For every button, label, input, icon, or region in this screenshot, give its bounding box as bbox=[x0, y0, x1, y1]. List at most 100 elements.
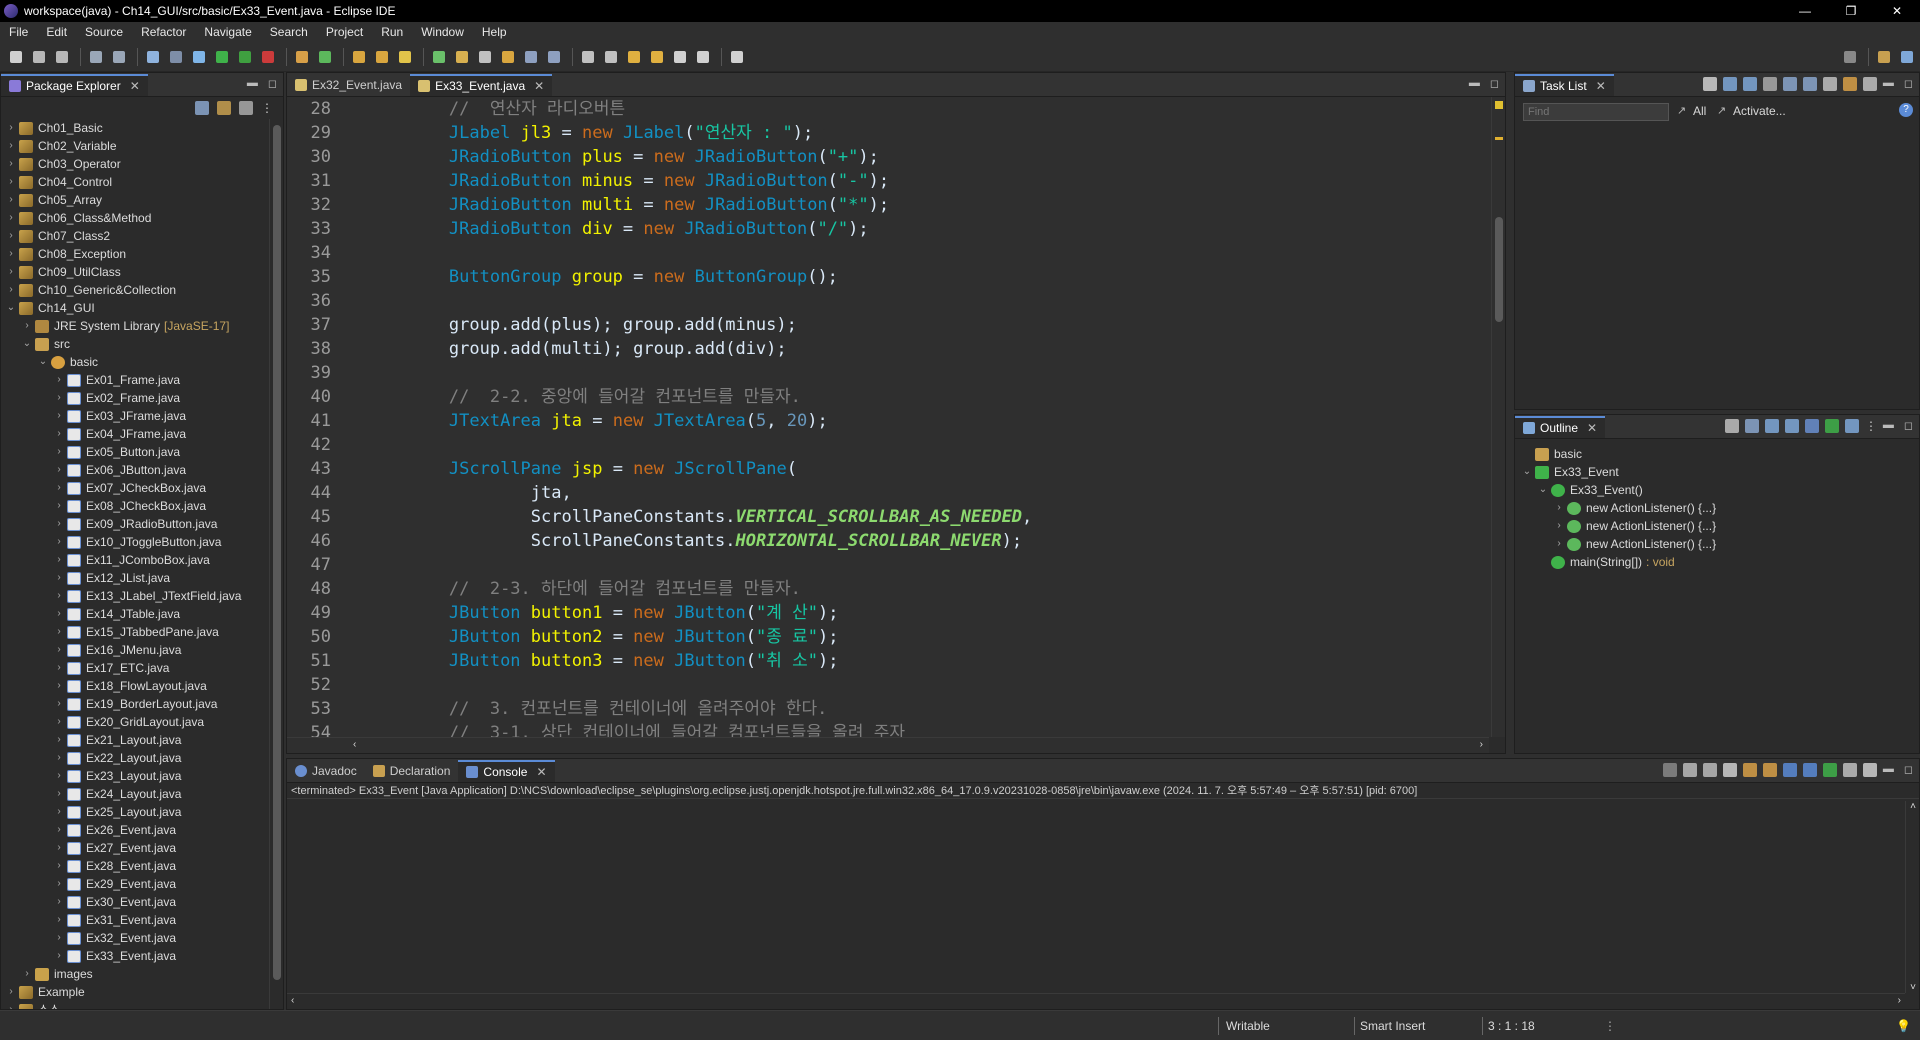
collapsed-chevron-icon[interactable]: › bbox=[53, 533, 65, 551]
scroll-up-icon[interactable]: ˄ bbox=[1906, 801, 1920, 812]
collapsed-chevron-icon[interactable]: › bbox=[53, 623, 65, 641]
code-line[interactable]: 47 bbox=[287, 553, 1505, 577]
code-line[interactable]: 53 // 3. 컨포넌트를 컨테이너에 올려주어야 한다. bbox=[287, 697, 1505, 721]
expanded-chevron-icon[interactable]: ⌄ bbox=[5, 299, 17, 317]
close-icon[interactable]: ✕ bbox=[130, 79, 140, 93]
scrollbar-thumb[interactable] bbox=[273, 125, 281, 980]
collapsed-chevron-icon[interactable]: › bbox=[5, 1001, 17, 1009]
tree-item[interactable]: ⌄ src bbox=[1, 335, 267, 353]
editor-scroll-thumb[interactable] bbox=[1495, 217, 1503, 322]
code-line[interactable]: 48 // 2-3. 하단에 들어갈 컴포넌트를 만들자. bbox=[287, 577, 1505, 601]
tree-item[interactable]: › Ex28_Event.java bbox=[1, 857, 267, 875]
tree-item[interactable]: › Ex16_JMenu.java bbox=[1, 641, 267, 659]
code-line[interactable]: 33 JRadioButton div = new JRadioButton("… bbox=[287, 217, 1505, 241]
debug-icon[interactable] bbox=[189, 47, 209, 67]
tree-item[interactable]: ⌄ Ch14_GUI bbox=[1, 299, 267, 317]
tree-item[interactable]: › Ex08_JCheckBox.java bbox=[1, 497, 267, 515]
code-line[interactable]: 54 // 3-1. 상단 컨테이너에 들어갈 컴포넌트들을 올려 주자 bbox=[287, 721, 1505, 737]
tab-javadoc[interactable]: Javadoc bbox=[287, 760, 365, 782]
last-edit-icon[interactable] bbox=[624, 47, 644, 67]
code-line[interactable]: 45 ScrollPaneConstants.VERTICAL_SCROLLBA… bbox=[287, 505, 1505, 529]
maximize-view-icon[interactable]: ◻ bbox=[1490, 77, 1499, 90]
code-line[interactable]: 51 JButton button3 = new JButton("취 소"); bbox=[287, 649, 1505, 673]
lightbulb-icon[interactable]: 💡 bbox=[1896, 1019, 1911, 1033]
outline-item[interactable]: ⌄ Ex33_Event() bbox=[1515, 481, 1919, 499]
expanded-chevron-icon[interactable]: ⌄ bbox=[21, 335, 33, 353]
collapsed-chevron-icon[interactable]: › bbox=[53, 425, 65, 443]
terminate-icon[interactable] bbox=[1663, 763, 1677, 777]
collapsed-chevron-icon[interactable]: › bbox=[5, 245, 17, 263]
tree-item[interactable]: › Ex12_JList.java bbox=[1, 569, 267, 587]
menu-help[interactable]: Help bbox=[473, 22, 516, 42]
code-line[interactable]: 29 JLabel jl3 = new JLabel("연산자 : "); bbox=[287, 121, 1505, 145]
tree-item[interactable]: › Ex18_FlowLayout.java bbox=[1, 677, 267, 695]
collapsed-chevron-icon[interactable]: › bbox=[53, 749, 65, 767]
maximize-button[interactable]: ❐ bbox=[1828, 0, 1874, 22]
hide-fields-icon[interactable] bbox=[1765, 419, 1779, 433]
scroll-left-icon[interactable]: ‹ bbox=[291, 995, 294, 1006]
collapsed-chevron-icon[interactable]: › bbox=[53, 767, 65, 785]
open-perspective-icon[interactable] bbox=[1874, 47, 1894, 67]
menu-project[interactable]: Project bbox=[317, 22, 372, 42]
chevron-icon[interactable]: ⌄ bbox=[1521, 463, 1533, 481]
scroll-right-icon[interactable]: › bbox=[1898, 995, 1901, 1006]
code-line[interactable]: 43 JScrollPane jsp = new JScrollPane( bbox=[287, 457, 1505, 481]
tree-item[interactable]: › Ex14_JTable.java bbox=[1, 605, 267, 623]
tree-item[interactable]: › Ex11_JComboBox.java bbox=[1, 551, 267, 569]
tree-item[interactable]: › Ch03_Operator bbox=[1, 155, 267, 173]
terminal-icon[interactable] bbox=[143, 47, 163, 67]
tree-item[interactable]: › Ex06_JButton.java bbox=[1, 461, 267, 479]
code-line[interactable]: 37 group.add(plus); group.add(minus); bbox=[287, 313, 1505, 337]
collapsed-chevron-icon[interactable]: › bbox=[53, 803, 65, 821]
tree-item[interactable]: › Ex20_GridLayout.java bbox=[1, 713, 267, 731]
skip-breakpoints-icon[interactable] bbox=[166, 47, 186, 67]
tab-package-explorer[interactable]: Package Explorer ✕ bbox=[1, 74, 148, 96]
minimize-view-icon[interactable]: ▬ bbox=[1469, 77, 1480, 90]
status-menu-icon[interactable]: ⋮ bbox=[1604, 1019, 1616, 1033]
tree-item[interactable]: › Ex13_JLabel_JTextField.java bbox=[1, 587, 267, 605]
console-horizontal-scrollbar[interactable]: ‹ › bbox=[287, 993, 1905, 1009]
tree-item[interactable]: › Ex19_BorderLayout.java bbox=[1, 695, 267, 713]
pin-console-icon[interactable] bbox=[1823, 763, 1837, 777]
collapsed-chevron-icon[interactable]: › bbox=[53, 713, 65, 731]
collapsed-chevron-icon[interactable]: › bbox=[5, 173, 17, 191]
minimize-view-icon[interactable]: ▬ bbox=[1883, 419, 1894, 432]
collapsed-chevron-icon[interactable]: › bbox=[53, 407, 65, 425]
tab-task-list[interactable]: Task List ✕ bbox=[1515, 74, 1614, 96]
search-tool-icon[interactable] bbox=[395, 47, 415, 67]
hide-nonpublic-icon[interactable] bbox=[1805, 419, 1819, 433]
minimize-view-icon[interactable]: ▬ bbox=[1883, 763, 1894, 776]
forward-icon[interactable] bbox=[693, 47, 713, 67]
collapsed-chevron-icon[interactable]: › bbox=[53, 857, 65, 875]
collapsed-chevron-icon[interactable]: › bbox=[5, 983, 17, 1001]
collapsed-chevron-icon[interactable]: › bbox=[5, 227, 17, 245]
tree-item[interactable]: › Ch10_Generic&Collection bbox=[1, 281, 267, 299]
back-icon[interactable] bbox=[670, 47, 690, 67]
clear-console-icon[interactable] bbox=[1723, 763, 1737, 777]
collapsed-chevron-icon[interactable]: › bbox=[53, 443, 65, 461]
collapsed-chevron-icon[interactable]: › bbox=[53, 893, 65, 911]
collapsed-chevron-icon[interactable]: › bbox=[5, 155, 17, 173]
tree-item[interactable]: › Ch05_Array bbox=[1, 191, 267, 209]
maximize-view-icon[interactable]: ◻ bbox=[1904, 77, 1913, 90]
minimize-view-icon[interactable]: ▬ bbox=[1883, 77, 1894, 90]
collapsed-chevron-icon[interactable]: › bbox=[5, 119, 17, 137]
show-whitespace-icon[interactable] bbox=[521, 47, 541, 67]
tab-ex32-event[interactable]: Ex32_Event.java bbox=[287, 74, 410, 96]
tree-item[interactable]: › Ex04_JFrame.java bbox=[1, 425, 267, 443]
highlight-icon[interactable] bbox=[452, 47, 472, 67]
close-icon[interactable]: ✕ bbox=[1587, 421, 1597, 435]
scroll-right-icon[interactable]: › bbox=[1480, 739, 1483, 750]
view-menu-icon[interactable]: ⋮ bbox=[261, 101, 273, 115]
open-folder-icon[interactable] bbox=[372, 47, 392, 67]
all-link[interactable]: All bbox=[1693, 104, 1706, 118]
tree-item[interactable]: › Ex05_Button.java bbox=[1, 443, 267, 461]
pin-editor-icon[interactable] bbox=[727, 47, 747, 67]
tab-outline[interactable]: Outline ✕ bbox=[1515, 416, 1606, 438]
status-insert-mode[interactable]: Smart Insert bbox=[1360, 1019, 1425, 1033]
tree-item[interactable]: › Ex30_Event.java bbox=[1, 893, 267, 911]
open-type-icon[interactable] bbox=[349, 47, 369, 67]
collapsed-chevron-icon[interactable]: › bbox=[53, 551, 65, 569]
view-menu-icon[interactable]: ⋮ bbox=[1865, 419, 1877, 433]
tree-item[interactable]: ⌄ basic bbox=[1, 353, 267, 371]
